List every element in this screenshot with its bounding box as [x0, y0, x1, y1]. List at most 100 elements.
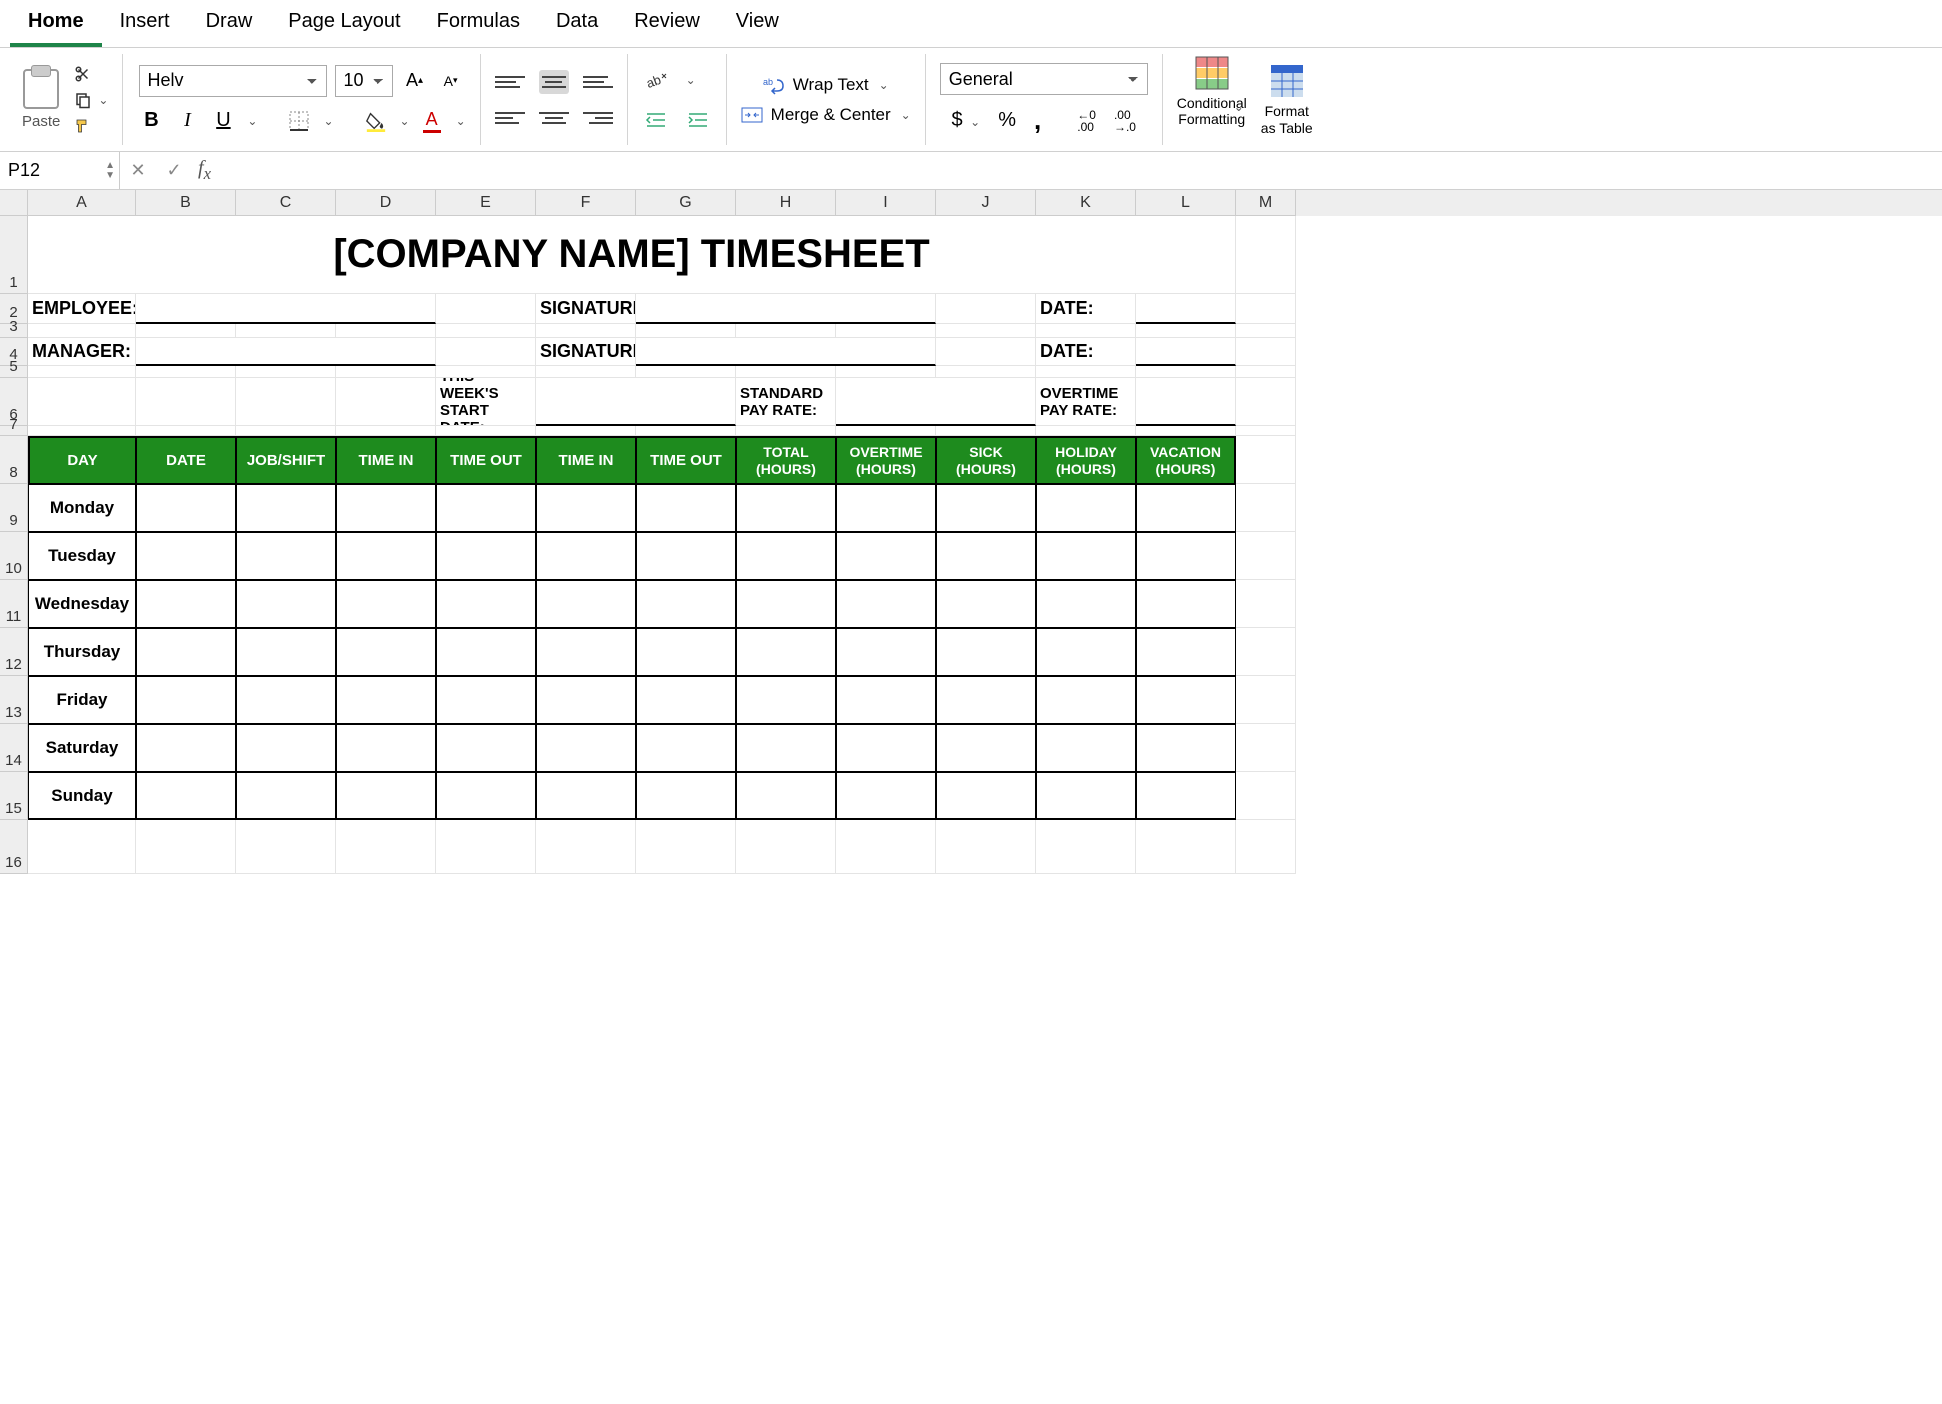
column-header-A[interactable]: A — [28, 190, 136, 216]
cell[interactable] — [836, 532, 936, 580]
signature-label[interactable]: SIGNATURE: — [536, 338, 636, 366]
cell[interactable] — [536, 724, 636, 772]
cell[interactable] — [1136, 378, 1236, 426]
cell[interactable] — [28, 366, 136, 378]
cell[interactable] — [136, 772, 236, 820]
cell[interactable] — [1136, 628, 1236, 676]
table-header[interactable]: TIME OUT — [436, 436, 536, 484]
week-start-label[interactable]: THIS WEEK'S START DATE: — [436, 378, 536, 426]
chevron-down-icon[interactable]: ⌄ — [456, 114, 466, 128]
cell[interactable] — [836, 820, 936, 874]
cell[interactable] — [1236, 366, 1296, 378]
cell[interactable] — [136, 338, 436, 366]
cell[interactable] — [1136, 820, 1236, 874]
cell[interactable] — [236, 378, 336, 426]
row-header-9[interactable]: 9 — [0, 484, 28, 532]
table-header[interactable]: SICK (HOURS) — [936, 436, 1036, 484]
cell[interactable] — [136, 294, 436, 324]
cell[interactable] — [236, 772, 336, 820]
font-size-select[interactable] — [335, 65, 393, 97]
cell[interactable] — [436, 676, 536, 724]
cell[interactable] — [1236, 772, 1296, 820]
cell[interactable] — [436, 366, 536, 378]
cell[interactable] — [436, 426, 536, 436]
cell[interactable] — [236, 580, 336, 628]
cell[interactable] — [236, 820, 336, 874]
borders-button[interactable] — [285, 107, 313, 135]
formula-input[interactable] — [217, 152, 1942, 189]
cell[interactable] — [1136, 580, 1236, 628]
row-header-5[interactable]: 5 — [0, 366, 28, 378]
align-right-button[interactable] — [583, 106, 613, 130]
align-left-button[interactable] — [495, 106, 525, 130]
font-color-button[interactable]: A — [418, 107, 446, 135]
cell[interactable] — [536, 676, 636, 724]
cell[interactable] — [1136, 484, 1236, 532]
tab-view[interactable]: View — [718, 0, 797, 47]
merge-center-button[interactable]: Merge & Center ⌄ — [741, 105, 911, 125]
cell[interactable] — [636, 580, 736, 628]
cell[interactable] — [1036, 366, 1136, 378]
cell[interactable] — [1136, 324, 1236, 338]
cell[interactable] — [836, 324, 936, 338]
cell[interactable] — [936, 580, 1036, 628]
comma-button[interactable]: , — [1034, 105, 1041, 136]
cell[interactable] — [1136, 772, 1236, 820]
date-label[interactable]: DATE: — [1036, 338, 1136, 366]
table-header[interactable]: TIME IN — [336, 436, 436, 484]
cell[interactable] — [836, 378, 1036, 426]
column-header-K[interactable]: K — [1036, 190, 1136, 216]
font-name-select[interactable] — [139, 65, 327, 97]
cell[interactable] — [136, 676, 236, 724]
cell[interactable] — [936, 366, 1036, 378]
tab-review[interactable]: Review — [616, 0, 718, 47]
cell[interactable] — [1236, 294, 1296, 324]
cell[interactable] — [28, 378, 136, 426]
cell[interactable] — [736, 724, 836, 772]
cell[interactable] — [1236, 820, 1296, 874]
cut-button[interactable] — [74, 65, 108, 83]
cell[interactable] — [936, 426, 1036, 436]
cell[interactable] — [136, 628, 236, 676]
column-header-D[interactable]: D — [336, 190, 436, 216]
decrease-decimal-button[interactable]: .00→.0 — [1114, 109, 1136, 133]
cell[interactable] — [1036, 820, 1136, 874]
cell[interactable] — [536, 820, 636, 874]
column-header-E[interactable]: E — [436, 190, 536, 216]
date-label[interactable]: DATE: — [1036, 294, 1136, 324]
cell[interactable] — [1136, 366, 1236, 378]
cell[interactable] — [1236, 378, 1296, 426]
row-header-14[interactable]: 14 — [0, 724, 28, 772]
align-bottom-button[interactable] — [583, 70, 613, 94]
signature-label[interactable]: SIGNATURE: — [536, 294, 636, 324]
manager-label[interactable]: MANAGER: — [28, 338, 136, 366]
cell[interactable] — [536, 484, 636, 532]
cell[interactable] — [1236, 532, 1296, 580]
cell[interactable] — [736, 426, 836, 436]
cell[interactable] — [436, 338, 536, 366]
cell[interactable] — [436, 820, 536, 874]
column-header-I[interactable]: I — [836, 190, 936, 216]
cell[interactable] — [636, 426, 736, 436]
cell[interactable] — [636, 532, 736, 580]
cell[interactable] — [536, 324, 636, 338]
cell[interactable] — [1036, 676, 1136, 724]
cell[interactable] — [836, 676, 936, 724]
cell[interactable] — [1136, 338, 1236, 366]
cell[interactable] — [936, 772, 1036, 820]
cell[interactable] — [336, 366, 436, 378]
cell[interactable] — [28, 820, 136, 874]
paste-button[interactable]: Paste — [22, 69, 60, 130]
cell[interactable] — [336, 628, 436, 676]
table-header[interactable]: HOLIDAY (HOURS) — [1036, 436, 1136, 484]
cell[interactable] — [1136, 532, 1236, 580]
conditional-formatting-button[interactable]: Conditional Formatting ⌄ — [1177, 55, 1247, 145]
cell[interactable] — [336, 532, 436, 580]
row-header-7[interactable]: 7 — [0, 426, 28, 436]
row-header-13[interactable]: 13 — [0, 676, 28, 724]
cell[interactable] — [236, 532, 336, 580]
cell[interactable] — [1036, 426, 1136, 436]
cell[interactable] — [1036, 628, 1136, 676]
cell[interactable] — [836, 426, 936, 436]
tab-home[interactable]: Home — [10, 0, 102, 47]
